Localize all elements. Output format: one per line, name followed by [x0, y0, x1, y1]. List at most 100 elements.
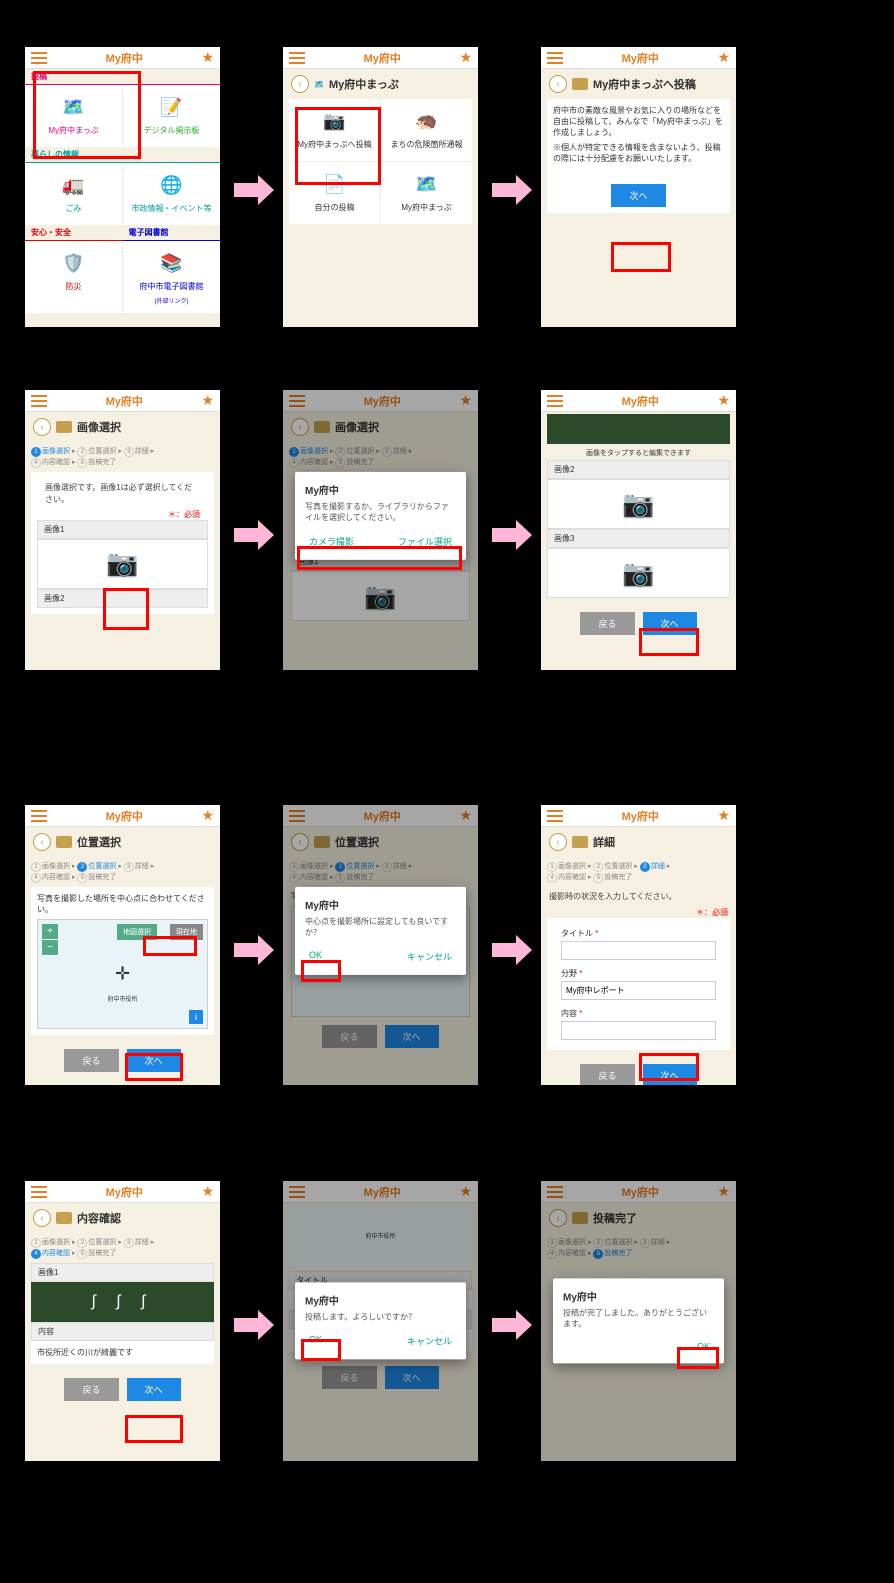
hamburger-icon[interactable] [31, 395, 47, 407]
app-title: My府中 [364, 1184, 401, 1200]
title-input[interactable] [561, 941, 716, 960]
map-content: 写真を撮影した場所を中心点に合わせてください。 + − 地図選択 現在地 ✛ 府… [31, 887, 214, 1035]
next-button[interactable]: 次へ [385, 1025, 439, 1048]
star-icon[interactable]: ★ [717, 807, 730, 824]
image1-thumb[interactable] [547, 414, 730, 444]
back-button[interactable]: ‹ [549, 75, 567, 93]
ok-button[interactable]: OK [693, 1340, 714, 1354]
camera-option[interactable]: カメラ撮影 [305, 533, 358, 550]
star-icon[interactable]: ★ [459, 49, 472, 66]
image-form: 画像選択です。画像1は必ず選択してください。 ＊：必須 画像1 📷 画像2 [31, 472, 214, 613]
cancel-button[interactable]: キャンセル [403, 948, 456, 965]
back-button[interactable]: 戻る [580, 1064, 634, 1085]
next-button[interactable]: 次へ [643, 612, 697, 635]
image1-slot[interactable]: 📷 [37, 539, 208, 589]
camera-badge-icon [572, 836, 588, 848]
content-input[interactable] [561, 1021, 716, 1040]
file-option[interactable]: ファイル選択 [394, 533, 456, 550]
next-button[interactable]: 次へ [385, 1366, 439, 1389]
back-button[interactable]: 戻る [322, 1025, 376, 1048]
star-icon[interactable]: ★ [201, 392, 214, 409]
back-button[interactable]: ‹ [33, 1209, 51, 1227]
back-button[interactable]: 戻る [580, 612, 634, 635]
camera-badge-icon [572, 78, 588, 90]
image3-slot[interactable]: 📷 [547, 548, 730, 598]
button-row: 戻る 次へ [541, 604, 736, 643]
page-header: ‹ 位置選択 [283, 827, 478, 857]
tile-library[interactable]: 📚 府中市電子図書館 (外部リンク) [123, 241, 220, 313]
truck-icon: 🚛 [60, 171, 88, 199]
back-button[interactable]: 戻る [64, 1378, 118, 1401]
app-title: My府中 [622, 1184, 659, 1200]
details-form: タイトル * 分野 * 内容 * [547, 918, 730, 1050]
category-input[interactable] [561, 981, 716, 1000]
cancel-button[interactable]: キャンセル [403, 1333, 456, 1350]
star-icon[interactable]: ★ [717, 392, 730, 409]
tile-post[interactable]: 📷 My府中まっぷへ投稿 [289, 99, 380, 161]
star-icon[interactable]: ★ [459, 807, 472, 824]
ok-button[interactable]: OK [305, 948, 326, 965]
hamburger-icon[interactable] [289, 810, 305, 822]
next-button[interactable]: 次へ [127, 1378, 181, 1401]
hamburger-icon[interactable] [547, 395, 563, 407]
back-button[interactable]: 戻る [64, 1049, 118, 1072]
star-icon[interactable]: ★ [201, 807, 214, 824]
page-header: ‹ 🗺️ My府中まっぷ [283, 69, 478, 99]
star-icon[interactable]: ★ [717, 1183, 730, 1200]
next-button[interactable]: 次へ [643, 1064, 697, 1085]
info-icon[interactable]: i [189, 1010, 203, 1024]
back-button[interactable]: ‹ [549, 1209, 567, 1227]
tile-danger[interactable]: 🦔 まちの危険箇所通報 [381, 99, 472, 161]
star-icon[interactable]: ★ [201, 49, 214, 66]
tile-mapview[interactable]: 🗺️ My府中まっぷ [381, 162, 472, 224]
tile-garbage[interactable]: 🚛 ごみ [25, 163, 122, 225]
page-title: 画像選択 [335, 419, 379, 435]
back-button[interactable]: ‹ [33, 418, 51, 436]
hamburger-icon[interactable] [547, 52, 563, 64]
page-title: 位置選択 [335, 834, 379, 850]
hamburger-icon[interactable] [31, 810, 47, 822]
tile-cityinfo[interactable]: 🌐 市政情報・イベント等 [123, 163, 220, 225]
map-view[interactable]: + − 地図選択 現在地 ✛ 府中市役所 i [37, 919, 208, 1029]
star-icon[interactable]: ★ [459, 392, 472, 409]
hamburger-icon[interactable] [547, 1186, 563, 1198]
back-button[interactable]: 戻る [322, 1366, 376, 1389]
myposts-label: 自分の投稿 [315, 202, 355, 213]
star-icon[interactable]: ★ [459, 1183, 472, 1200]
star-icon[interactable]: ★ [201, 1183, 214, 1200]
intro-text-2: ※個人が特定できる情報を含まないよう、投稿の際には十分配慮をお願いいたします。 [553, 142, 724, 164]
hamburger-icon[interactable] [289, 1186, 305, 1198]
back-button[interactable]: ‹ [291, 75, 309, 93]
dialog-title: My府中 [305, 897, 456, 912]
star-icon[interactable]: ★ [717, 49, 730, 66]
tile-bulletin[interactable]: 📝 デジタル掲示板 [123, 85, 220, 147]
hamburger-icon[interactable] [547, 810, 563, 822]
tile-map[interactable]: 🗺️ My府中まっぷ [25, 85, 122, 147]
camera-badge-icon [314, 836, 330, 848]
back-button[interactable]: ‹ [291, 418, 309, 436]
image2-slot[interactable]: 📷 [547, 479, 730, 529]
hamburger-icon[interactable] [289, 52, 305, 64]
library-label: 府中市電子図書館 [140, 281, 204, 292]
books-icon: 📚 [158, 249, 186, 277]
camera-badge-icon [56, 836, 72, 848]
hamburger-icon[interactable] [31, 1186, 47, 1198]
image1-slot[interactable]: 📷 [291, 571, 470, 621]
next-button[interactable]: 次へ [611, 184, 665, 207]
hamburger-icon[interactable] [31, 52, 47, 64]
app-title: My府中 [106, 50, 143, 66]
next-button[interactable]: 次へ [127, 1049, 181, 1072]
tile-myposts[interactable]: 📄 自分の投稿 [289, 162, 380, 224]
current-location-button[interactable]: 現在地 [170, 924, 203, 940]
tile-disaster[interactable]: 🛡️ 防災 [25, 241, 122, 313]
intro-text-1: 府中市の素敵な風景やお気に入りの場所などを自由に投稿して、みんなで「My府中まっ… [553, 105, 724, 138]
zoom-out[interactable]: − [42, 940, 58, 956]
map-select-button[interactable]: 地図選択 [117, 924, 157, 940]
back-button[interactable]: ‹ [33, 833, 51, 851]
back-button[interactable]: ‹ [549, 833, 567, 851]
ok-button[interactable]: OK [305, 1333, 326, 1350]
hamburger-icon[interactable] [289, 395, 305, 407]
image1-label: 画像1 [31, 1263, 214, 1282]
back-button[interactable]: ‹ [291, 833, 309, 851]
zoom-in[interactable]: + [42, 924, 58, 940]
